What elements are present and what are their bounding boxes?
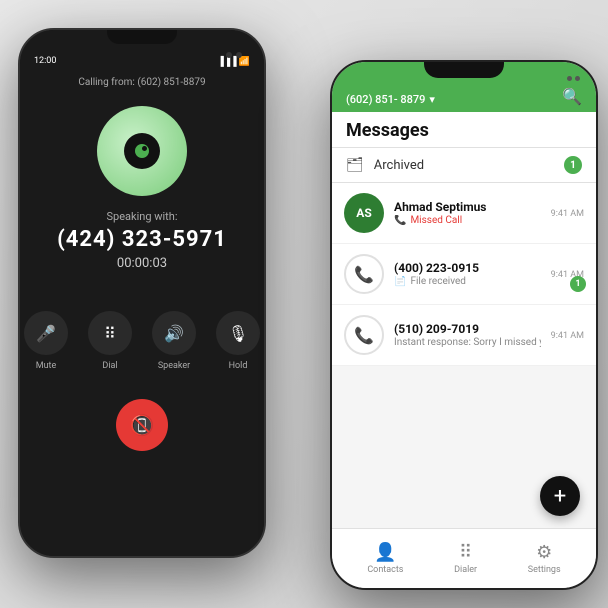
fab-button[interactable]: + <box>540 476 580 516</box>
message-preview: 📞 Missed Call <box>394 215 541 226</box>
list-item[interactable]: 📞 (510) 209-7019 Instant response: Sorry… <box>332 305 596 366</box>
nav-settings[interactable]: ⚙ Settings <box>528 542 561 575</box>
call-controls: 🎤 Mute ⠿ Dial 🔊 Speaker 🎙 Hold <box>24 311 260 371</box>
logo-pupil <box>135 144 149 158</box>
message-preview: 📄 File received <box>394 276 541 287</box>
mute-control[interactable]: 🎤 Mute <box>24 311 68 371</box>
calling-from-label: Calling from: (602) 851-8879 <box>78 77 205 88</box>
avatar: 📞 <box>344 315 384 355</box>
hold-btn-circle[interactable]: 🎙 <box>216 311 260 355</box>
speaker-control[interactable]: 🔊 Speaker <box>152 311 196 371</box>
dial-control[interactable]: ⠿ Dial <box>88 311 132 371</box>
message-meta: 9:41 AM <box>551 207 584 219</box>
bottom-nav: 👤 Contacts ⠿ Dialer ⚙ Settings <box>332 528 596 588</box>
phone1-time: 12:00 <box>34 56 56 67</box>
contacts-icon: 👤 <box>374 542 396 563</box>
avatar: 📞 <box>344 254 384 294</box>
page-title: Messages <box>346 120 429 141</box>
message-preview: Instant response: Sorry I missed your ca… <box>394 337 541 348</box>
speaker-btn-circle[interactable]: 🔊 <box>152 311 196 355</box>
dial-btn-circle[interactable]: ⠿ <box>88 311 132 355</box>
camera-dot <box>226 52 232 58</box>
archive-icon: 🗂 <box>346 157 364 173</box>
preview-text: Missed Call <box>410 215 462 226</box>
hold-label: Hold <box>229 361 248 371</box>
phone1-screen: 12:00 ▐▐▐ 📶 Calling from: (602) 851-8879… <box>20 30 264 556</box>
unread-badge: 1 <box>570 276 586 292</box>
cam-dot2 <box>575 76 580 81</box>
phone2-number-text: (602) 851- 8879 <box>346 93 425 106</box>
scene: 12:00 ▐▐▐ 📶 Calling from: (602) 851-8879… <box>0 0 608 608</box>
nav-contacts[interactable]: 👤 Contacts <box>367 542 403 575</box>
nav-dialer[interactable]: ⠿ Dialer <box>454 542 477 575</box>
phone2-camera <box>567 76 580 81</box>
contact-name: Ahmad Septimus <box>394 200 541 214</box>
camera-dot2 <box>236 52 242 58</box>
file-icon: 📄 <box>394 276 406 287</box>
app-logo <box>97 106 187 196</box>
speaker-label: Speaker <box>158 361 190 371</box>
chevron-down-icon: ▾ <box>429 93 435 106</box>
message-content: (400) 223-0915 📄 File received <box>394 261 541 287</box>
missed-call-icon: 📞 <box>394 215 406 226</box>
preview-text: Instant response: Sorry I missed your ca… <box>394 337 541 348</box>
call-timer: 00:00:03 <box>117 256 167 271</box>
message-content: (510) 209-7019 Instant response: Sorry I… <box>394 322 541 348</box>
cam-dot1 <box>567 76 572 81</box>
dialer-label: Dialer <box>454 565 477 575</box>
contact-name: (510) 209-7019 <box>394 322 541 336</box>
hold-control[interactable]: 🎙 Hold <box>216 311 260 371</box>
search-icon[interactable]: 🔍 <box>562 87 582 106</box>
mute-label: Mute <box>36 361 57 371</box>
message-time: 9:41 AM <box>551 209 584 219</box>
end-call-icon: 📵 <box>130 413 155 437</box>
message-content: Ahmad Septimus 📞 Missed Call <box>394 200 541 226</box>
phone2-number-display: (602) 851- 8879 ▾ <box>346 93 435 106</box>
fab-icon: + <box>554 484 566 509</box>
archived-row[interactable]: 🗂 Archived 1 <box>332 148 596 183</box>
archived-label: Archived <box>374 158 554 173</box>
speaking-label: Speaking with: <box>106 210 177 223</box>
contacts-label: Contacts <box>367 565 403 575</box>
avatar: AS <box>344 193 384 233</box>
contact-name: (400) 223-0915 <box>394 261 541 275</box>
message-meta: 9:41 AM <box>551 329 584 341</box>
mute-btn-circle[interactable]: 🎤 <box>24 311 68 355</box>
archived-badge: 1 <box>564 156 582 174</box>
logo-eye <box>124 133 160 169</box>
phone2-device: (602) 851- 8879 ▾ 🔍 Messages 🗂 Archived … <box>330 60 598 590</box>
phone1-camera <box>226 52 242 58</box>
list-item[interactable]: 📞 (400) 223-0915 📄 File received 9:41 AM… <box>332 244 596 305</box>
preview-text: File received <box>410 276 465 287</box>
phone1-device: 12:00 ▐▐▐ 📶 Calling from: (602) 851-8879… <box>18 28 266 558</box>
message-time: 9:41 AM <box>551 331 584 341</box>
list-item[interactable]: AS Ahmad Septimus 📞 Missed Call 9:41 AM <box>332 183 596 244</box>
dial-label: Dial <box>102 361 117 371</box>
phone1-active-number: (424) 323-5971 <box>57 227 227 252</box>
phone1-notch <box>107 30 177 44</box>
settings-icon: ⚙ <box>536 542 552 563</box>
message-list: AS Ahmad Septimus 📞 Missed Call 9:41 AM … <box>332 183 596 366</box>
end-call-button[interactable]: 📵 <box>116 399 168 451</box>
dialer-icon: ⠿ <box>459 542 472 563</box>
messages-title-bar: Messages <box>332 112 596 148</box>
phone2-notch <box>424 62 504 78</box>
settings-label: Settings <box>528 565 561 575</box>
